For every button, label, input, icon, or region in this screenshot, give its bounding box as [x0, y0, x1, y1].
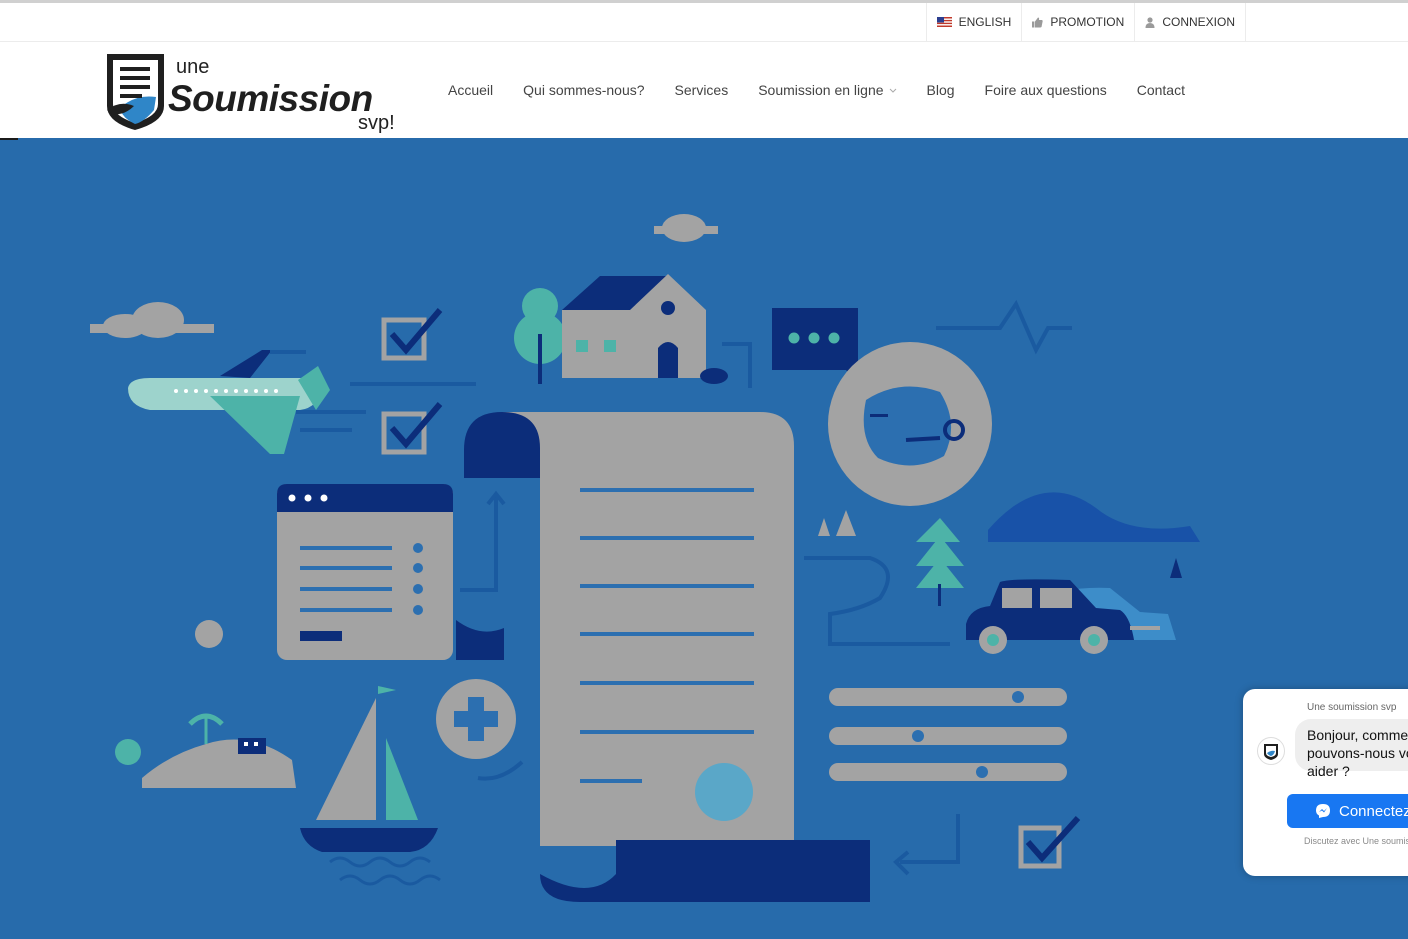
nav-item-contact[interactable]: Contact — [1137, 82, 1185, 98]
nav-label: Foire aux questions — [984, 82, 1107, 98]
tree-icon — [514, 288, 566, 384]
checkbox-icon — [1018, 815, 1081, 869]
hero-banner — [0, 138, 1408, 939]
chevron-down-icon — [889, 88, 896, 93]
medical-cross-icon — [436, 679, 516, 759]
site-header: une Soumission svp! Accueil Qui sommes-n… — [0, 42, 1408, 138]
nav-item-accueil[interactable]: Accueil — [448, 82, 493, 98]
login-label: CONNEXION — [1162, 15, 1235, 29]
language-label: ENGLISH — [958, 15, 1012, 29]
chat-title: Une soumission svp — [1307, 702, 1397, 713]
logo-shield-icon — [1264, 744, 1278, 760]
car-icon — [966, 579, 1176, 654]
user-icon — [1145, 16, 1155, 28]
main-navigation: Accueil Qui sommes-nous? Services Soumis… — [448, 42, 1185, 138]
island-icon — [115, 713, 296, 788]
checkbox-icon — [381, 402, 443, 455]
checkbox-icon — [381, 308, 443, 361]
sailboat-icon — [300, 686, 438, 852]
contract-scroll-icon — [456, 412, 870, 902]
support-agent-icon — [828, 342, 992, 506]
language-link-english[interactable]: ENGLISH — [925, 3, 1022, 41]
login-link[interactable]: CONNEXION — [1134, 3, 1246, 41]
chat-message-bubble: Bonjour, comment pouvons-nous vous aider… — [1295, 719, 1408, 779]
nav-label: Accueil — [448, 82, 494, 98]
cloud-icon — [90, 302, 214, 338]
ball-icon — [195, 620, 223, 648]
messenger-chat-widget[interactable]: Une soumission svp Bonjour, comment pouv… — [1243, 689, 1408, 876]
site-logo[interactable]: une Soumission svp! — [104, 50, 404, 134]
nav-item-soumission-en-ligne[interactable]: Soumission en ligne — [758, 82, 896, 98]
nav-item-blog[interactable]: Blog — [927, 82, 955, 98]
pine-tree-icon — [916, 518, 964, 606]
pine-tree-icon — [818, 510, 856, 536]
nav-label: Qui sommes-nous? — [523, 82, 645, 98]
nav-label: Services — [674, 82, 729, 98]
messenger-connect-button[interactable]: Connectez — [1287, 794, 1408, 828]
promotion-link[interactable]: PROMOTION — [1021, 3, 1134, 41]
chat-footer-text: Discutez avec Une soumission svp — [1304, 836, 1408, 846]
promotion-label: PROMOTION — [1050, 15, 1125, 29]
logo-brand-text: Soumission — [168, 78, 373, 119]
nav-item-faq[interactable]: Foire aux questions — [985, 82, 1107, 98]
logo-shield-icon — [107, 54, 164, 130]
nav-item-qui-sommes-nous[interactable]: Qui sommes-nous? — [523, 82, 644, 98]
logo-svp-text: svp! — [358, 112, 395, 134]
airplane-icon — [128, 350, 330, 454]
nav-label: Soumission en ligne — [758, 82, 884, 98]
connect-label: Connectez — [1339, 802, 1408, 820]
speech-bubble-icon — [772, 308, 858, 384]
nav-label: Blog — [926, 82, 955, 98]
thumbs-up-icon — [1032, 17, 1043, 27]
house-icon — [562, 274, 706, 378]
nav-item-services[interactable]: Services — [675, 82, 729, 98]
utility-bar: ENGLISH PROMOTION CONNEXION — [0, 3, 1408, 42]
browser-window-icon — [277, 484, 453, 660]
chat-avatar — [1257, 737, 1285, 765]
hero-illustration — [0, 138, 1200, 902]
nav-label: Contact — [1136, 82, 1185, 98]
logo-une-text: une — [176, 56, 210, 78]
us-flag-icon — [936, 17, 952, 27]
slider-bars — [829, 688, 1067, 781]
cloud-icon — [654, 214, 718, 242]
messenger-icon — [1316, 804, 1330, 818]
